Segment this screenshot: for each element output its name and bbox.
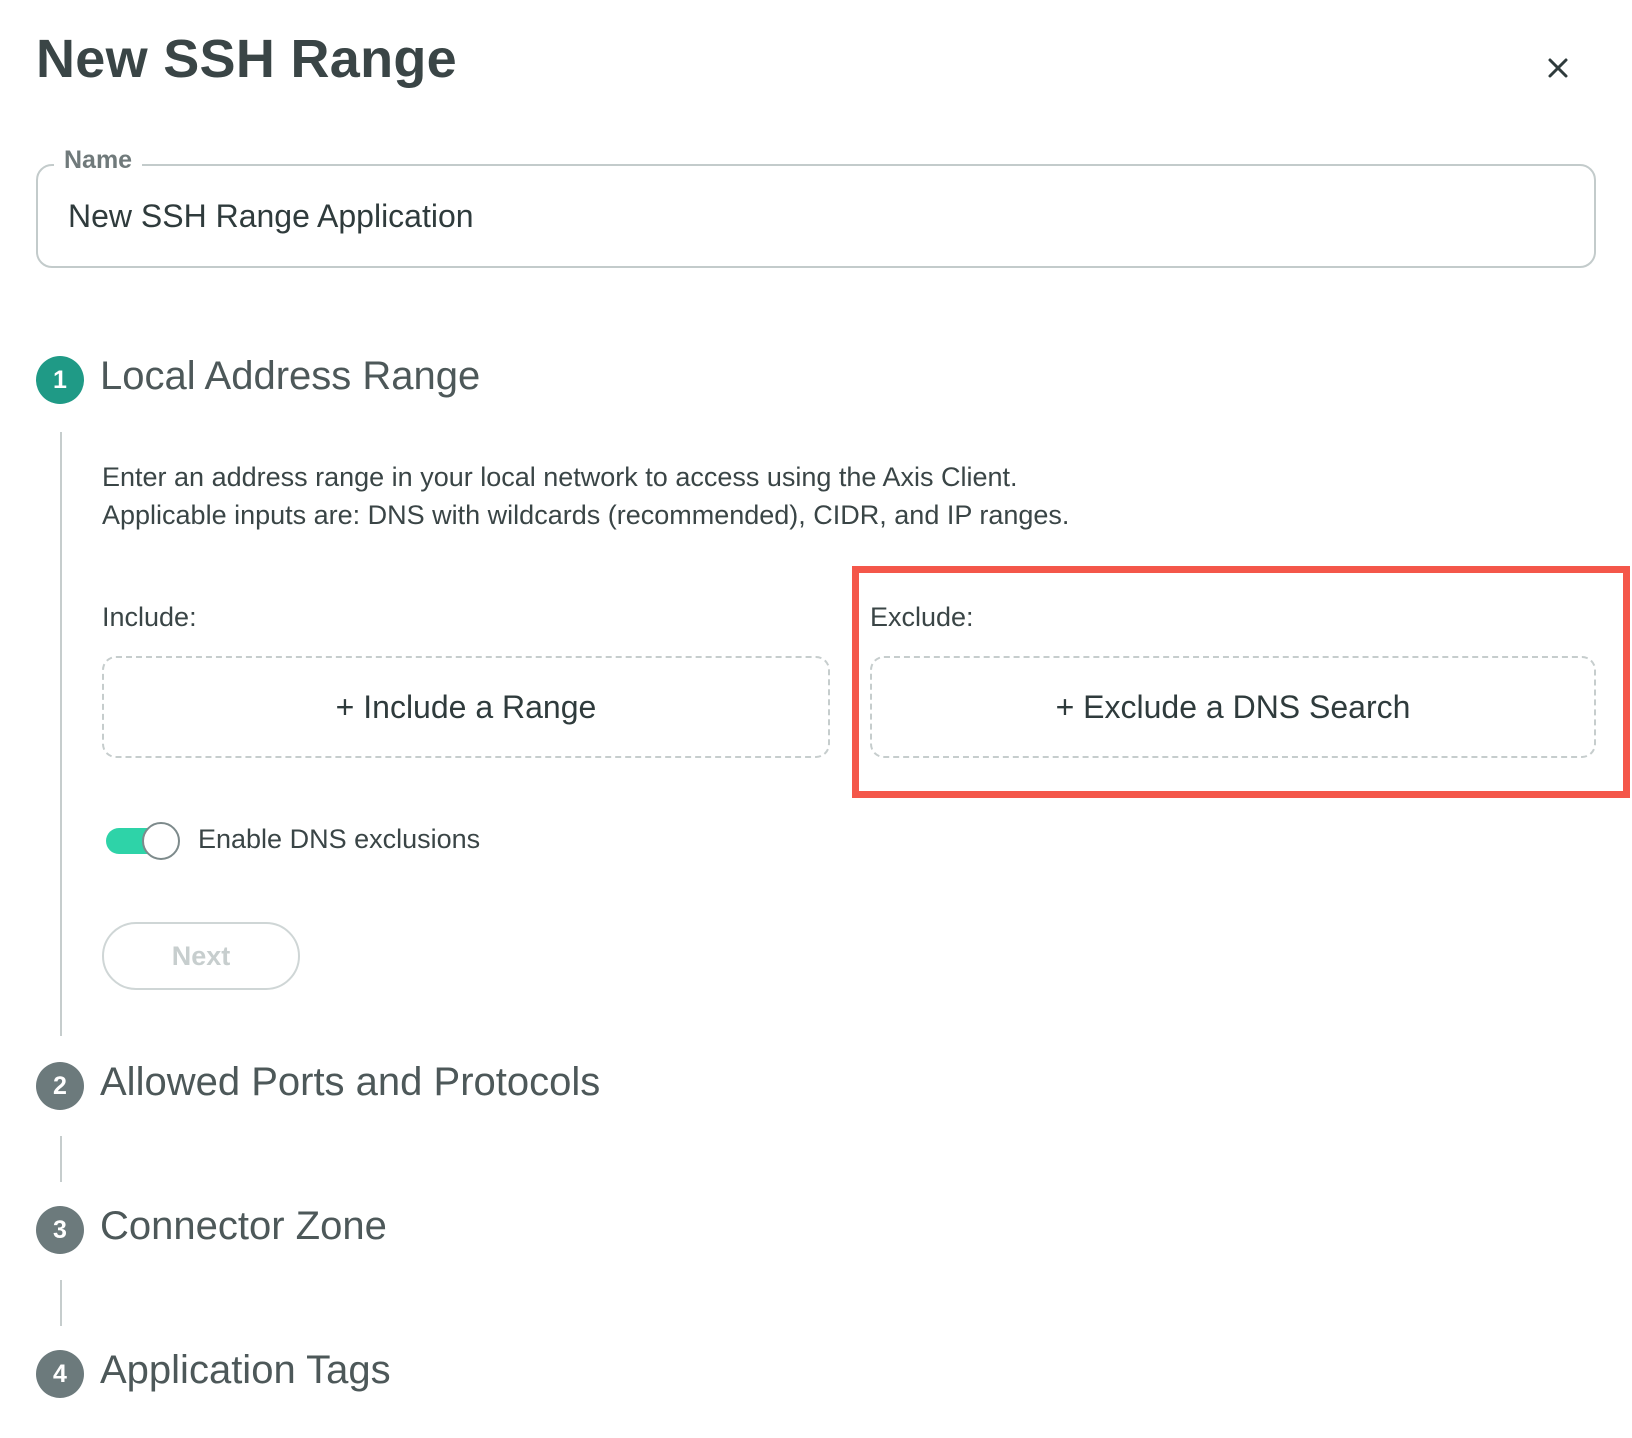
step-3-title[interactable]: Connector Zone <box>100 1204 387 1249</box>
step-2-badge: 2 <box>36 1062 84 1110</box>
next-button[interactable]: Next <box>102 922 300 990</box>
toggle-knob <box>142 822 180 860</box>
step-connector-line <box>60 1280 62 1326</box>
step-1-title[interactable]: Local Address Range <box>100 354 480 399</box>
step-connector-line <box>60 432 62 1036</box>
description-line: Enter an address range in your local net… <box>102 462 1018 492</box>
step-3-badge: 3 <box>36 1206 84 1254</box>
name-field-value[interactable]: New SSH Range Application <box>68 198 474 235</box>
step-connector-line <box>60 1136 62 1182</box>
step-4-title[interactable]: Application Tags <box>100 1348 391 1393</box>
dns-exclusions-label: Enable DNS exclusions <box>198 824 481 854</box>
step-1-description: Enter an address range in your local net… <box>102 458 1069 534</box>
close-button[interactable] <box>1534 44 1582 92</box>
highlight-annotation <box>852 566 1630 798</box>
name-field[interactable]: Name New SSH Range Application <box>36 146 1596 268</box>
step-1-badge: 1 <box>36 356 84 404</box>
name-field-label: Name <box>54 146 143 175</box>
dns-exclusions-toggle[interactable] <box>104 822 180 860</box>
include-label: Include: <box>102 602 197 632</box>
dialog-title: New SSH Range <box>36 29 458 89</box>
step-2-title[interactable]: Allowed Ports and Protocols <box>100 1060 600 1105</box>
close-icon <box>1548 58 1568 78</box>
description-line: Applicable inputs are: DNS with wildcard… <box>102 500 1070 530</box>
step-4-badge: 4 <box>36 1350 84 1398</box>
include-range-button[interactable]: + Include a Range <box>102 656 830 758</box>
